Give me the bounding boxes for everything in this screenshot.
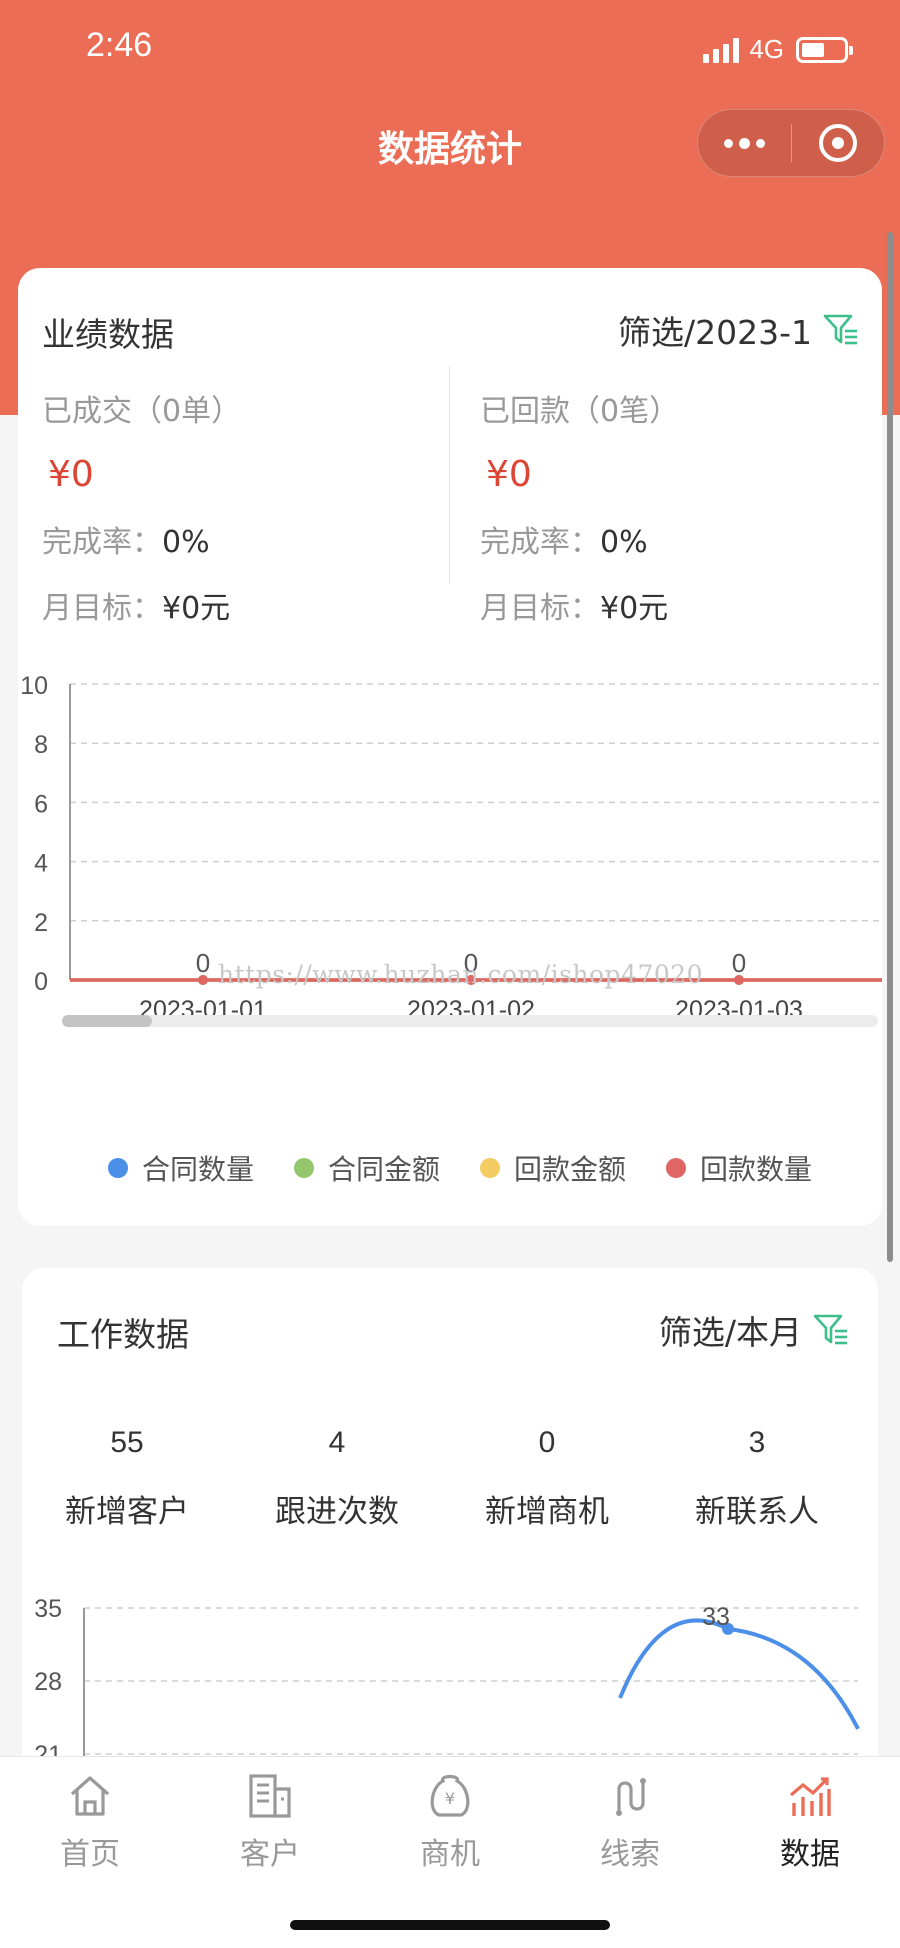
stat-label: 新增商机 <box>485 1494 609 1530</box>
building-icon <box>249 1774 291 1818</box>
closed-target-label: 月目标： <box>42 591 162 626</box>
legend-dot <box>294 1158 315 1178</box>
tab-home[interactable]: 首页 <box>0 1771 180 1873</box>
legend-item[interactable]: 回款金额 <box>480 1148 626 1188</box>
legend-label: 回款数量 <box>700 1153 813 1186</box>
stat-label: 新增客户 <box>65 1494 189 1530</box>
tab-customers[interactable]: 客户 <box>180 1771 360 1873</box>
collected-target-value: ¥0元 <box>600 591 669 626</box>
closed-rate-value: 0% <box>162 525 210 560</box>
column-divider <box>449 366 450 584</box>
work-stats: 55 新增客户 4 跟进次数 0 新增商机 3 新联系人 <box>22 1426 878 1531</box>
collected-target-label: 月目标： <box>480 591 600 626</box>
stat-label: 跟进次数 <box>275 1494 399 1530</box>
legend-item[interactable]: 合同金额 <box>294 1148 440 1188</box>
battery-icon <box>796 36 853 63</box>
y-tick-label: 10 <box>20 672 48 700</box>
chart-scrollbar-track <box>62 1015 878 1027</box>
status-time: 2:46 <box>86 26 153 64</box>
y-tick-label: 8 <box>34 731 48 759</box>
performance-filter-button[interactable]: 筛选/2023-1 <box>618 306 860 354</box>
watermark-text: https://www.huzhan.com/ishop47020 <box>218 960 704 989</box>
chart-icon <box>789 1777 831 1816</box>
stat-value: 3 <box>748 1426 766 1459</box>
closed-amount: ¥0 <box>48 454 94 495</box>
stat-value: 0 <box>538 1426 556 1459</box>
tab-label: 商机 <box>420 1837 480 1872</box>
closed-rate: 完成率：0% <box>42 517 241 561</box>
network-type: 4G <box>749 34 784 64</box>
signal-icon <box>703 37 740 63</box>
money-bag-icon: ¥ <box>430 1774 470 1817</box>
scroll-indicator[interactable] <box>887 232 893 1262</box>
collected-rate-value: 0% <box>600 525 648 560</box>
chart-scrollbar-thumb <box>62 1015 152 1027</box>
performance-title: 业绩数据 <box>42 315 174 354</box>
legend-item[interactable]: 合同数量 <box>108 1148 254 1188</box>
close-target-icon[interactable] <box>792 110 885 176</box>
stat-new-opportunities[interactable]: 0 新增商机 <box>442 1426 652 1531</box>
legend-label: 合同金额 <box>328 1153 441 1186</box>
y-tick-label: 4 <box>34 850 48 878</box>
filter-icon <box>813 1314 847 1345</box>
collected-label: 已回款（0笔） <box>480 394 680 429</box>
tab-label: 线索 <box>600 1837 660 1872</box>
stat-new-contacts[interactable]: 3 新联系人 <box>652 1426 862 1531</box>
miniprogram-capsule <box>697 109 885 177</box>
tab-label: 首页 <box>60 1837 120 1872</box>
y-tick-label: 35 <box>34 1595 62 1623</box>
legend-label: 合同数量 <box>142 1153 255 1186</box>
tab-leads[interactable]: 线索 <box>540 1771 720 1873</box>
tab-label: 客户 <box>240 1837 300 1872</box>
home-indicator <box>290 1920 610 1930</box>
filter-icon <box>823 314 857 345</box>
collected-column: 已回款（0笔） ¥0 完成率：0% 月目标：¥0元 <box>480 386 679 627</box>
legend-dot <box>480 1158 501 1178</box>
closed-label: 已成交（0单） <box>42 394 242 429</box>
legend-dot <box>666 1158 687 1178</box>
status-bar: 2:46 4G <box>0 0 900 100</box>
closed-rate-label: 完成率： <box>42 525 162 560</box>
tab-label: 数据 <box>780 1837 840 1872</box>
tab-data[interactable]: 数据 <box>720 1771 900 1873</box>
work-title: 工作数据 <box>57 1315 189 1354</box>
y-tick-label: 2 <box>34 909 48 937</box>
performance-card: 业绩数据 筛选/2023-1 已成交（0单） ¥0 完成率：0% 月目标：¥0元… <box>18 268 882 1226</box>
work-filter-button[interactable]: 筛选/本月 <box>659 1306 850 1354</box>
status-indicators: 4G <box>703 34 853 65</box>
collected-amount: ¥0 <box>486 454 532 495</box>
tab-opportunities[interactable]: ¥ 商机 <box>360 1771 540 1873</box>
stat-value: 55 <box>110 1426 144 1459</box>
stat-new-customers[interactable]: 55 新增客户 <box>22 1426 232 1531</box>
legend-item[interactable]: 回款数量 <box>666 1148 812 1188</box>
performance-filter-label: 筛选/2023-1 <box>617 313 812 352</box>
route-icon <box>616 1778 646 1816</box>
data-label: 0 <box>732 948 746 978</box>
y-tick-label: 0 <box>34 968 48 996</box>
closed-target: 月目标：¥0元 <box>42 583 241 627</box>
closed-column: 已成交（0单） ¥0 完成率：0% 月目标：¥0元 <box>42 386 241 627</box>
legend-label: 回款金额 <box>514 1153 627 1186</box>
collected-rate-label: 完成率： <box>480 525 600 560</box>
home-icon <box>70 1776 110 1816</box>
performance-chart-legend: 合同数量 合同金额 回款金额 回款数量 <box>108 1148 812 1188</box>
data-label: 33 <box>702 1603 730 1631</box>
stat-label: 新联系人 <box>695 1494 819 1530</box>
more-icon[interactable] <box>698 110 791 176</box>
y-tick-label: 28 <box>34 1668 62 1696</box>
data-label: 0 <box>196 948 210 978</box>
series-line-1 <box>618 1618 860 1730</box>
legend-dot <box>108 1158 128 1178</box>
stat-value: 4 <box>328 1426 346 1459</box>
collected-target: 月目标：¥0元 <box>480 583 679 627</box>
svg-text:¥: ¥ <box>445 1789 455 1808</box>
stat-follow-ups[interactable]: 4 跟进次数 <box>232 1426 442 1531</box>
y-tick-label: 6 <box>34 790 48 818</box>
collected-rate: 完成率：0% <box>480 517 679 561</box>
closed-target-value: ¥0元 <box>162 591 231 626</box>
work-filter-label: 筛选/本月 <box>658 1313 802 1352</box>
